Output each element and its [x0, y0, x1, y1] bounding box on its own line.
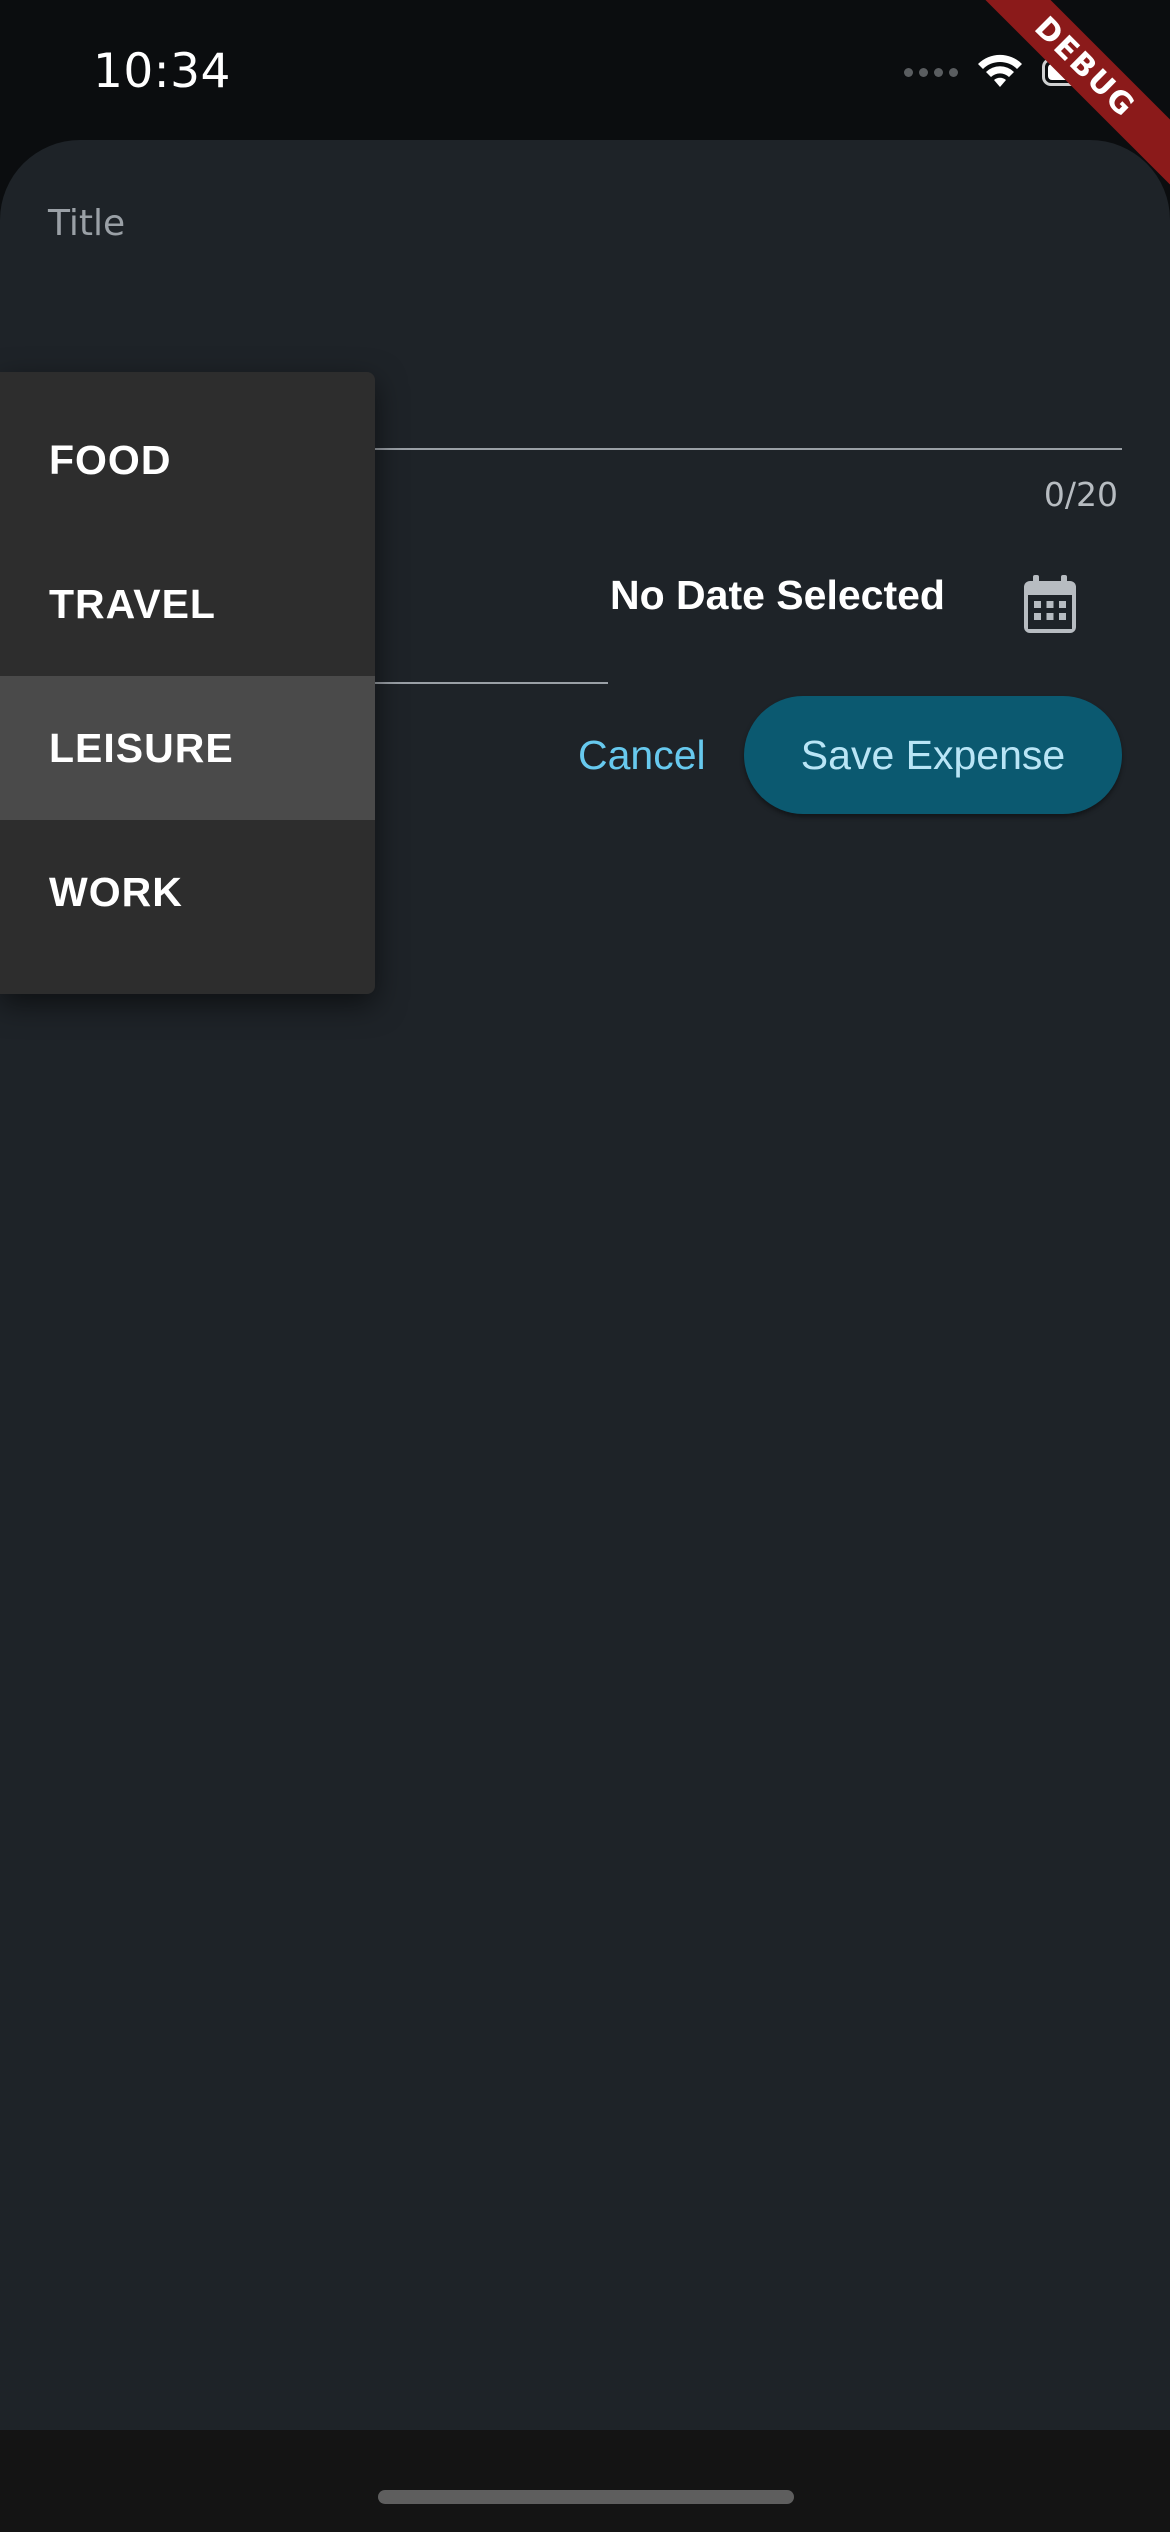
title-field-label: Title: [48, 203, 126, 244]
bottom-safe-area: [0, 2430, 1170, 2532]
cellular-signal-icon: [904, 52, 958, 92]
calendar-button[interactable]: [1010, 565, 1090, 645]
menu-item-food[interactable]: FOOD: [0, 388, 375, 532]
title-character-counter: 0/20: [1043, 475, 1118, 514]
menu-item-leisure[interactable]: LEISURE: [0, 676, 375, 820]
save-expense-button[interactable]: Save Expense: [744, 696, 1122, 814]
status-time: 10:34: [93, 44, 231, 99]
app-screen: 10:34 DEBUG Title 0/20 No Date Selected: [0, 0, 1170, 2532]
menu-item-work[interactable]: WORK: [0, 820, 375, 964]
calendar-icon: [1024, 575, 1076, 633]
home-indicator[interactable]: [378, 2490, 794, 2504]
status-bar: 10:34: [0, 0, 1170, 140]
wifi-icon: [978, 54, 1022, 87]
selected-date-text: No Date Selected: [610, 572, 945, 618]
category-dropdown-menu: FOOD TRAVEL LEISURE WORK: [0, 372, 375, 994]
cancel-button[interactable]: Cancel: [560, 700, 724, 810]
menu-item-travel[interactable]: TRAVEL: [0, 532, 375, 676]
